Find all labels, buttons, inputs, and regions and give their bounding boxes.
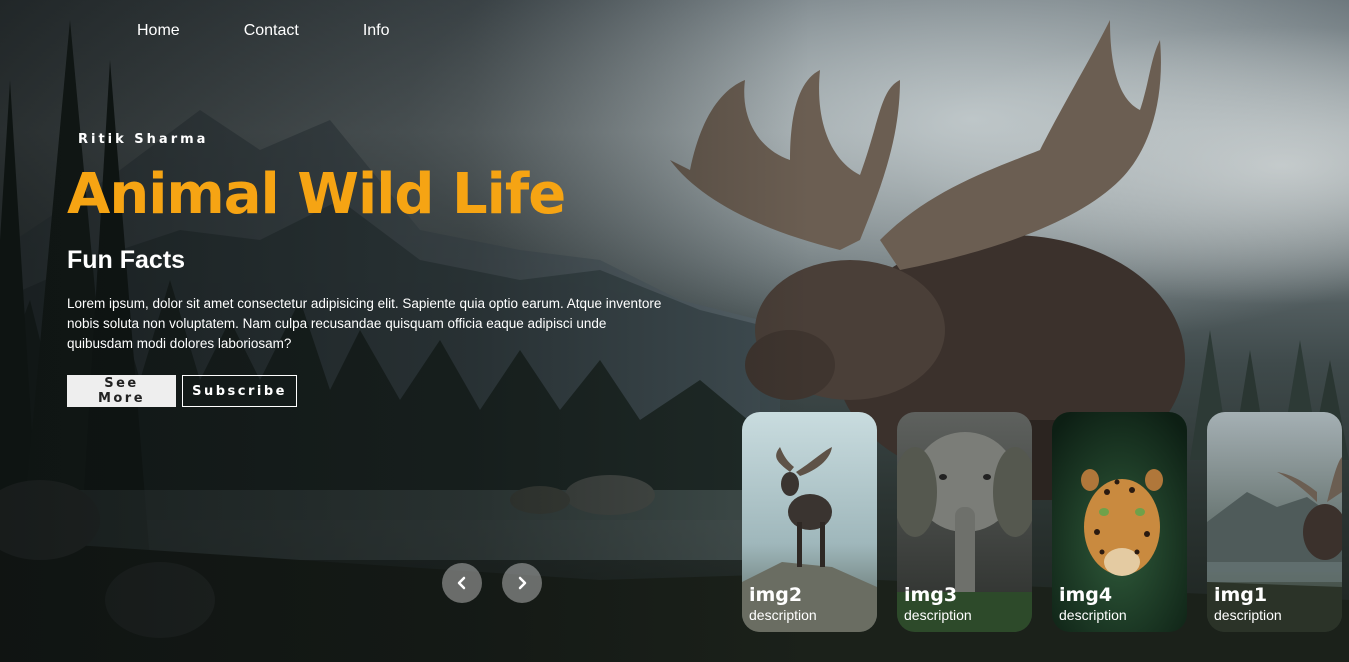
hero-description: Lorem ipsum, dolor sit amet consectetur … — [67, 296, 662, 351]
carousel-caption: img3 description — [904, 584, 972, 624]
carousel-item[interactable]: img3 description — [897, 412, 1032, 632]
carousel-caption: img1 description — [1214, 584, 1282, 624]
author-name: Ritik Sharma — [78, 132, 209, 147]
carousel-caption: img4 description — [1059, 584, 1127, 624]
nav-item-contact[interactable]: Contact — [244, 22, 299, 40]
carousel-caption: img2 description — [749, 584, 817, 624]
carousel-item-title: img1 — [1214, 584, 1268, 606]
page-title: Animal Wild Life — [67, 162, 566, 227]
page-subtitle: Fun Facts — [67, 246, 186, 274]
carousel-prev-button[interactable] — [442, 563, 482, 603]
carousel-item[interactable]: img1 description — [1207, 412, 1342, 632]
subscribe-button[interactable]: Subscribe — [182, 375, 297, 407]
hero-actions: See More Subscribe — [67, 375, 297, 407]
carousel-item[interactable]: img2 description — [742, 412, 877, 632]
carousel-item-description: description — [1059, 607, 1127, 623]
carousel-item-title: img4 — [1059, 584, 1113, 606]
carousel-item-description: description — [1214, 607, 1282, 623]
carousel-item[interactable]: img4 description — [1052, 412, 1187, 632]
carousel-next-button[interactable] — [502, 563, 542, 603]
carousel-item-title: img2 — [749, 584, 803, 606]
see-more-button[interactable]: See More — [67, 375, 176, 407]
carousel-item-title: img3 — [904, 584, 958, 606]
chevron-left-icon — [457, 576, 466, 590]
nav-item-home[interactable]: Home — [137, 22, 180, 40]
carousel-item-description: description — [749, 607, 817, 623]
carousel-item-description: description — [904, 607, 972, 623]
nav-item-info[interactable]: Info — [363, 22, 390, 40]
main-nav: Home Contact Info — [137, 22, 454, 40]
chevron-right-icon — [518, 576, 527, 590]
